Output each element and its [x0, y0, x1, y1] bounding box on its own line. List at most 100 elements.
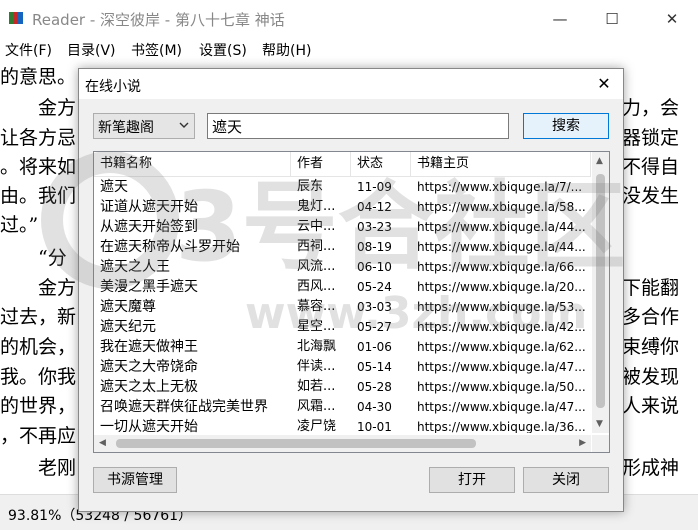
url-cell: https://www.xbiquge.la/58...: [417, 200, 586, 214]
url-cell: https://www.xbiquge.la/47...: [417, 360, 586, 374]
reader-line: 的世界，: [0, 395, 77, 417]
reader-line-right: 人来说: [622, 395, 680, 417]
table-row[interactable]: 在遮天称帝从斗罗开始 西祠... 08-19 https://www.xbiquge.…: [94, 237, 591, 257]
reader-line: “分: [0, 247, 67, 269]
table-row[interactable]: 证道从遮天开始 鬼灯... 04-12 https://www.xbiquge.la/…: [94, 197, 591, 217]
reader-line: 让各方忌: [0, 127, 77, 149]
table-row[interactable]: 遮天纪元 星空... 05-27 https://www.xbiquge.la/42.…: [94, 317, 591, 337]
url-cell: https://www.xbiquge.la/44...: [417, 240, 586, 254]
url-cell: https://www.xbiquge.la/44...: [417, 220, 586, 234]
author-cell: 鬼灯...: [297, 199, 336, 214]
menu-settings[interactable]: 设置(S): [199, 40, 247, 60]
book-name-cell: 遮天之太上无极: [100, 379, 198, 395]
open-button[interactable]: 打开: [429, 467, 515, 493]
reader-line-right: 不得自: [622, 156, 680, 178]
status-cell: 05-24: [357, 280, 392, 294]
source-select-value: 新笔趣阁: [98, 120, 154, 136]
column-header-author[interactable]: 作者: [291, 152, 351, 176]
reader-line-right: 力，会: [622, 97, 680, 119]
author-cell: 西祠...: [297, 239, 336, 254]
book-name-cell: 美漫之黑手遮天: [100, 279, 198, 295]
table-row[interactable]: 我在遮天做神王 北海飘 01-06 https://www.xbiquge.la/62…: [94, 337, 591, 357]
vertical-scrollbar[interactable]: ▲ ▼: [592, 152, 609, 433]
minimize-button[interactable]: —: [534, 0, 586, 38]
table-row[interactable]: 美漫之黑手遮天 西风... 05-24 https://www.xbiquge.la/…: [94, 277, 591, 297]
horizontal-scrollbar[interactable]: ◀ ▶: [94, 435, 591, 452]
status-cell: 05-27: [357, 320, 392, 334]
table-row[interactable]: 遮天之大帝饶命 伴读... 05-14 https://www.xbiquge.la/…: [94, 357, 591, 377]
status-cell: 05-14: [357, 360, 392, 374]
source-select[interactable]: 新笔趣阁: [93, 113, 195, 139]
reader-line-right: 束缚你: [622, 336, 680, 358]
status-cell: 08-19: [357, 240, 392, 254]
author-cell: 北海飘: [297, 339, 337, 354]
close-button[interactable]: 关闭: [523, 467, 609, 493]
url-cell: https://www.xbiquge.la/20...: [417, 280, 586, 294]
reader-line: 过去，新: [0, 306, 77, 328]
book-icon: [8, 10, 24, 26]
source-manage-button[interactable]: 书源管理: [93, 467, 177, 493]
status-cell: 04-30: [357, 400, 392, 414]
results-list[interactable]: 书籍名称 作者 状态 书籍主页 遮天 辰东 11-09 https://www.xbi…: [93, 151, 610, 453]
menu-catalog[interactable]: 目录(V): [67, 40, 116, 60]
table-row[interactable]: 召唤遮天群侠征战完美世界 风霜... 04-30 https://www.xbiqug…: [94, 397, 591, 417]
scroll-left-icon[interactable]: ◀: [99, 438, 106, 448]
menu-bookmark[interactable]: 书签(M): [131, 40, 182, 60]
reader-line-right: 多合作: [622, 306, 680, 328]
reader-line-right: 没发生: [622, 185, 680, 207]
author-cell: 凌尸饶: [297, 419, 337, 433]
list-body: 遮天 辰东 11-09 https://www.xbiquge.la/7/... 证道从…: [94, 177, 591, 433]
author-cell: 云中...: [297, 219, 336, 234]
table-row[interactable]: 遮天之人王 风流... 06-10 https://www.xbiquge.la/66…: [94, 257, 591, 277]
table-row[interactable]: 遮天之太上无极 如若... 05-28 https://www.xbiquge.la/…: [94, 377, 591, 397]
scroll-down-icon[interactable]: ▼: [596, 419, 603, 429]
status-cell: 10-01: [357, 420, 392, 433]
dialog-titlebar: 在线小说 ✕: [79, 69, 623, 99]
menu-file[interactable]: 文件(F): [5, 40, 52, 60]
reader-line: 过。”: [0, 214, 39, 236]
url-cell: https://www.xbiquge.la/53...: [417, 300, 586, 314]
table-row[interactable]: 一切从遮天开始 凌尸饶 10-01 https://www.xbiquge.la/36…: [94, 417, 591, 433]
book-name-cell: 从遮天开始签到: [100, 219, 198, 235]
search-input[interactable]: [207, 113, 509, 139]
vertical-scroll-thumb[interactable]: [596, 174, 605, 408]
status-cell: 06-10: [357, 260, 392, 274]
column-header-url[interactable]: 书籍主页: [411, 152, 591, 176]
book-name-cell: 一切从遮天开始: [100, 419, 198, 433]
author-cell: 伴读...: [297, 359, 336, 374]
status-cell: 05-28: [357, 380, 392, 394]
reader-line: 老刚: [0, 457, 77, 479]
scroll-right-icon[interactable]: ▶: [579, 438, 586, 448]
scroll-up-icon[interactable]: ▲: [596, 156, 603, 166]
reader-line: 金方: [0, 97, 77, 119]
reader-line: 金方: [0, 277, 77, 299]
online-novel-dialog: 在线小说 ✕ 新笔趣阁 搜索 书籍名称 作者 状态 书籍主页 遮天 辰东 11-09…: [78, 68, 624, 512]
window-close-button[interactable]: ✕: [646, 0, 698, 38]
maximize-button[interactable]: ☐: [586, 0, 638, 38]
horizontal-scroll-thumb[interactable]: [116, 439, 476, 448]
book-name-cell: 遮天纪元: [100, 319, 156, 335]
book-name-cell: 我在遮天做神王: [100, 339, 198, 355]
book-name-cell: 遮天之人王: [100, 259, 170, 275]
book-name-cell: 遮天之大帝饶命: [100, 359, 198, 375]
dialog-close-icon[interactable]: ✕: [593, 73, 615, 95]
book-name-cell: 遮天: [100, 179, 128, 195]
column-header-name[interactable]: 书籍名称: [94, 152, 291, 176]
reader-line: 我。你我: [0, 366, 77, 388]
reader-line-right: 器锁定: [622, 127, 680, 149]
table-row[interactable]: 从遮天开始签到 云中... 03-23 https://www.xbiquge.la/…: [94, 217, 591, 237]
status-cell: 04-12: [357, 200, 392, 214]
url-cell: https://www.xbiquge.la/42...: [417, 320, 586, 334]
reader-line: 。将来如: [0, 156, 77, 178]
menu-help[interactable]: 帮助(H): [262, 40, 311, 60]
chevron-down-icon: [179, 122, 189, 128]
table-row[interactable]: 遮天 辰东 11-09 https://www.xbiquge.la/7/...: [94, 177, 591, 197]
book-name-cell: 召唤遮天群侠征战完美世界: [100, 399, 268, 415]
status-cell: 03-03: [357, 300, 392, 314]
column-header-status[interactable]: 状态: [351, 152, 411, 176]
reader-line: 的意思。: [0, 66, 77, 88]
dialog-title: 在线小说: [85, 79, 141, 95]
author-cell: 慕容...: [297, 299, 336, 314]
table-row[interactable]: 遮天魔尊 慕容... 03-03 https://www.xbiquge.la/53.…: [94, 297, 591, 317]
search-button[interactable]: 搜索: [523, 113, 609, 139]
